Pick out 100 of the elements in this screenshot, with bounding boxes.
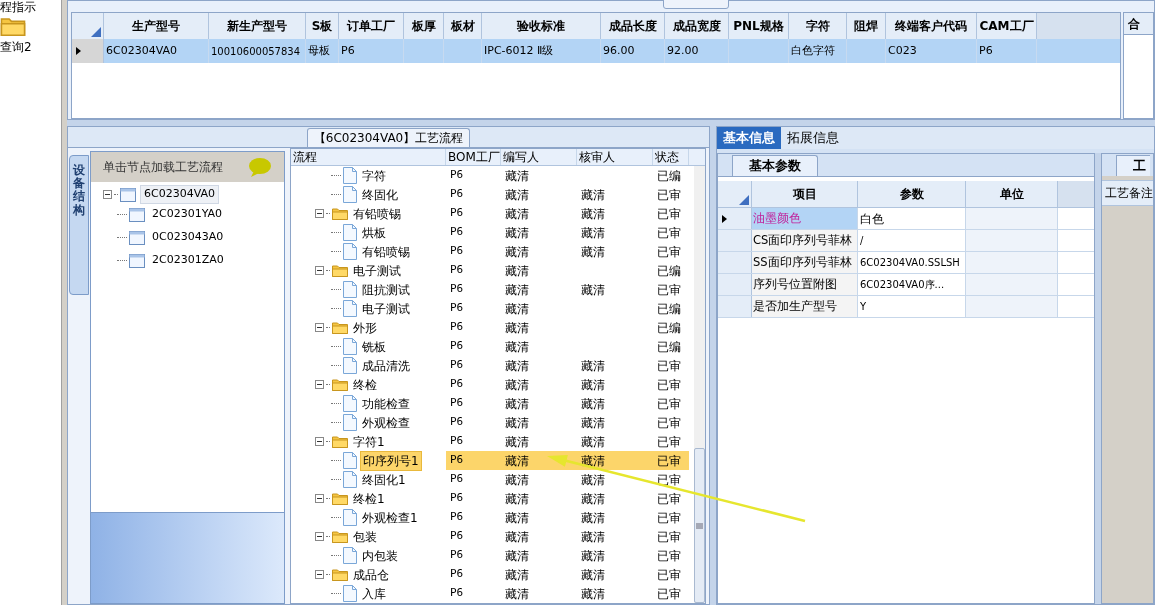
panel-title: 【6C02304VA0】工艺流程 — [306, 128, 471, 147]
column-header[interactable]: BOM工厂 — [448, 148, 500, 166]
vertical-tab[interactable]: 设备结构 — [69, 155, 89, 295]
column-header[interactable]: 板厚 — [411, 17, 436, 35]
tree-node[interactable]: 2C02301ZA0 — [149, 252, 227, 269]
table-cell-text: 已编 — [657, 300, 681, 318]
table-cell: P6 — [450, 224, 464, 241]
table-cell-text: 藏清 — [505, 205, 529, 223]
column-header[interactable]: 状态 — [655, 148, 679, 166]
table-cell: P6 — [450, 566, 464, 583]
collapse-icon[interactable] — [315, 323, 324, 332]
table-cell-text: 油墨颜色 — [753, 209, 801, 227]
collapse-icon[interactable] — [315, 209, 324, 218]
tab[interactable]: 基本参数 — [732, 155, 818, 176]
column-header[interactable]: 核审人 — [579, 148, 615, 166]
column-header[interactable]: 参数 — [899, 185, 924, 203]
column-header[interactable]: 成品长度 — [608, 17, 657, 35]
tree-node[interactable]: 外观检查1 — [360, 508, 420, 527]
table-cell-text: Y — [860, 300, 867, 314]
table-cell-text: 藏清 — [505, 224, 529, 242]
folder-icon — [332, 264, 348, 277]
tree-node[interactable]: 包装 — [351, 527, 379, 546]
table-cell: P6 — [450, 471, 464, 488]
tree-node[interactable]: 烘板 — [360, 223, 388, 242]
folder-icon — [332, 207, 348, 220]
tree-node[interactable]: 电子测试 — [351, 261, 403, 280]
tree-node[interactable]: 有铅喷锡 — [351, 204, 403, 223]
table-cell-text: 藏清 — [581, 471, 605, 489]
document-icon — [343, 414, 357, 431]
collapse-icon[interactable] — [315, 266, 324, 275]
tree-node[interactable]: 2C02301YA0 — [149, 206, 226, 223]
table-cell-text: 96.00 — [603, 42, 635, 59]
tree-node[interactable]: 印序列号1 — [360, 450, 422, 471]
table-cell-text: 藏清 — [505, 167, 529, 185]
column-header[interactable]: 成品宽度 — [672, 17, 721, 35]
column-header[interactable]: 编写人 — [503, 148, 539, 166]
tree-node[interactable]: 字符1 — [351, 432, 387, 451]
tree-node[interactable]: 有铅喷锡 — [360, 242, 412, 261]
column-header[interactable]: S板 — [311, 17, 333, 35]
column-header[interactable]: 生产型号 — [132, 17, 180, 35]
column-header[interactable]: 字符 — [805, 17, 830, 35]
collapse-icon[interactable] — [315, 437, 324, 446]
column-header[interactable]: 新生产型号 — [227, 17, 287, 35]
table-cell-text: 藏清 — [505, 547, 529, 565]
table-cell: P6 — [450, 338, 464, 355]
collapse-icon[interactable] — [315, 570, 324, 579]
sidebar-item[interactable]: 查询2 — [0, 38, 32, 56]
table-cell-text: 藏清 — [505, 357, 529, 375]
table-cell-text: 藏清 — [581, 281, 605, 299]
tree-node[interactable]: 0C023043A0 — [149, 229, 227, 246]
tree-node[interactable]: 成品清洗 — [360, 356, 412, 375]
collapse-icon[interactable] — [315, 494, 324, 503]
tree-node[interactable]: 内包装 — [360, 546, 400, 565]
column-header[interactable]: CAM工厂 — [979, 17, 1034, 35]
table-row[interactable]: 6C02304VA0 10010600057834 母板 P6 IPC-6012 Ⅱ级 96.00 92.00 白色字符 C023 P6 — [72, 39, 1120, 63]
tree-node[interactable]: 入库 — [360, 584, 388, 603]
column-header[interactable]: 流程 — [293, 148, 317, 166]
table-cell-text: 已审 — [657, 186, 681, 204]
tree-node[interactable]: 终固化 — [360, 185, 400, 204]
tree-node[interactable]: 铣板 — [360, 337, 388, 356]
table-cell: P6 — [450, 281, 464, 298]
sidebar-item[interactable]: 程指示 — [0, 0, 36, 14]
collapse-icon[interactable] — [315, 380, 324, 389]
tab[interactable]: 基本信息 — [717, 127, 781, 149]
column-header[interactable]: 单位 — [999, 185, 1024, 203]
tree-node[interactable]: 终检1 — [351, 489, 387, 508]
tree-node[interactable]: 外形 — [351, 318, 379, 337]
column-header[interactable]: 终端客户代码 — [895, 17, 967, 35]
tree-node[interactable]: 电子测试 — [360, 299, 412, 318]
tree-node[interactable]: 6C02304VA0 — [140, 185, 220, 204]
table-cell-text: 藏清 — [581, 585, 605, 603]
table-cell-text: IPC-6012 Ⅱ级 — [484, 42, 554, 59]
tree-node[interactable]: 字符 — [360, 166, 388, 185]
scrollbar[interactable] — [694, 166, 705, 603]
column-header[interactable]: 验收标准 — [517, 17, 565, 35]
table-cell-text: 藏清 — [505, 262, 529, 280]
table-cell: P6 — [450, 490, 464, 507]
column-header[interactable]: PNL规格 — [733, 17, 784, 35]
tree-node[interactable]: 外观检查 — [360, 413, 412, 432]
tree-node[interactable]: 阻抗测试 — [360, 280, 412, 299]
tree-node[interactable]: 终检 — [351, 375, 379, 394]
table-cell-text: 10010600057834 — [211, 44, 301, 59]
column-header[interactable]: 阻焊 — [854, 17, 878, 35]
table-cell-text: 已审 — [657, 376, 681, 394]
row-header[interactable] — [718, 208, 752, 229]
column-header[interactable]: 项目 — [792, 185, 817, 203]
collapse-icon[interactable] — [315, 532, 324, 541]
table-cell: P6 — [450, 357, 464, 374]
tab[interactable]: 工 — [1116, 155, 1150, 176]
table-cell-text: 藏清 — [581, 566, 605, 584]
row-header[interactable] — [72, 39, 104, 63]
tree-node[interactable]: 成品仓 — [351, 565, 391, 584]
table-cell-text: 藏清 — [505, 414, 529, 432]
tab[interactable]: 拓展信息 — [781, 127, 845, 149]
collapse-icon[interactable] — [103, 190, 112, 199]
tree-node[interactable]: 功能检查 — [360, 394, 412, 413]
column-header[interactable]: 板材 — [450, 17, 475, 35]
tree-node[interactable]: 终固化1 — [360, 470, 408, 489]
table-cell-text: 藏清 — [581, 357, 605, 375]
column-header[interactable]: 订单工厂 — [347, 17, 395, 35]
